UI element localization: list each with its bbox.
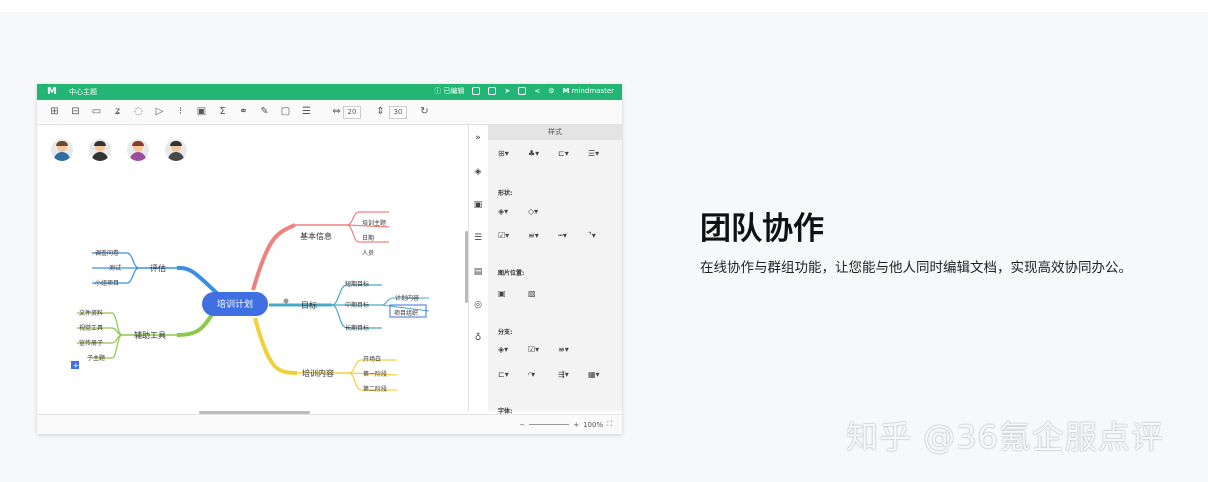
section-branch: 分支:: [498, 329, 513, 336]
status-bar: − + 100% ⛶: [37, 414, 622, 434]
fullscreen-icon[interactable]: ⛶: [607, 420, 612, 429]
subtopic[interactable]: 第一阶段: [363, 369, 387, 378]
section-image-position: 图片位置:: [498, 270, 525, 277]
branch-basic: [251, 223, 296, 291]
zoom-slider[interactable]: [529, 424, 570, 425]
subtopic[interactable]: 计划内容: [395, 293, 419, 302]
idea-icon[interactable]: ♁: [473, 333, 483, 343]
feature-heading: 团队协作: [700, 211, 824, 247]
subtopic[interactable]: 中期目标: [345, 300, 369, 309]
relationship-icon[interactable]: ʑ: [112, 106, 123, 117]
share-icon[interactable]: ⋖: [534, 87, 540, 95]
add-topic-icon[interactable]: ⊞: [49, 106, 60, 117]
subtopic[interactable]: 长期目标: [345, 323, 369, 332]
formula-icon[interactable]: Σ: [217, 106, 228, 117]
panel-title: 样式: [488, 125, 622, 140]
branch-row[interactable]: ◈▾ ☑▾ ≡▾: [498, 345, 576, 354]
toolbar: ⊞ ⊟ ▭ ʑ ◌ ▷ ⁝ ▣ Σ ⚭ ✎ ▢ ☰ ⇔ 20 ⇕ 30 ↻: [37, 100, 622, 125]
subtopic[interactable]: 项目组织: [394, 308, 418, 317]
subtopic[interactable]: 人员: [362, 248, 374, 257]
outline-panel-icon[interactable]: ☰: [473, 233, 483, 243]
send-icon[interactable]: ➤: [504, 87, 510, 95]
zoom-control[interactable]: − + 100% ⛶: [519, 420, 612, 429]
subtopic[interactable]: 日期: [362, 233, 374, 242]
branch-tools: [176, 311, 215, 337]
add-subtopic-icon[interactable]: ⊟: [70, 106, 81, 117]
outline-icon[interactable]: ☰: [301, 106, 312, 117]
save-as-icon[interactable]: [488, 87, 497, 95]
slide-icon[interactable]: ▤: [473, 267, 483, 277]
central-topic-label: 培训计划: [216, 300, 253, 310]
comment-box-icon[interactable]: ▢: [280, 106, 291, 117]
help-button[interactable]: ⓘ 已编辑: [434, 86, 464, 96]
zoom-in-icon[interactable]: +: [573, 421, 579, 429]
feature-description: 在线协作与群组功能，让您能与他人同时编辑文档，实现高效协同办公。: [700, 260, 1132, 276]
subtopic[interactable]: 调查问卷: [95, 248, 119, 257]
branch-style-row[interactable]: ⊏▾ ◜▾ ⇶▾ ▦▾: [498, 370, 606, 379]
topic-content[interactable]: 培训内容: [302, 368, 334, 379]
layout-row[interactable]: ⊞▾ ♣▾ ⊏▾ ☰▾: [498, 149, 606, 158]
branch-eval: [176, 265, 221, 297]
subtopic[interactable]: 子主题: [87, 353, 105, 362]
mindmap: +: [71, 211, 430, 391]
zoom-level[interactable]: 100%: [583, 421, 603, 429]
subtopic[interactable]: 宣传册子: [79, 338, 103, 347]
subtopic[interactable]: 小组项目: [95, 278, 119, 287]
save-icon[interactable]: [472, 87, 481, 95]
comment-icon[interactable]: ◌: [133, 106, 144, 117]
settings-icon[interactable]: ⚙: [548, 87, 554, 95]
topic-goal[interactable]: 目标: [301, 300, 317, 311]
format-panel: 样式 ⊞▾ ♣▾ ⊏▾ ☰▾ 形状: ◈▾ ◇▾ ☑▾ ≡▾ ┅▾ ⌝▾ 图片位置: ▣ ▨ 分…: [488, 125, 622, 415]
section-shape: 形状:: [498, 190, 513, 197]
subtopic[interactable]: 开场白: [363, 354, 381, 363]
topic-tools[interactable]: 辅助工具: [134, 330, 166, 341]
subtopic[interactable]: 文件资料: [79, 308, 103, 317]
boundary-icon[interactable]: ⁝: [175, 106, 186, 117]
refresh-icon[interactable]: ↻: [419, 106, 430, 117]
fill-row[interactable]: ◈▾ ◇▾: [498, 207, 546, 216]
subtopic[interactable]: 短期目标: [345, 279, 369, 288]
floating-topic-icon[interactable]: ▭: [91, 106, 102, 117]
branch-content: [253, 317, 298, 375]
brand-label: M mindmaster: [562, 87, 614, 95]
note-icon[interactable]: ✎: [259, 106, 270, 117]
subtopic[interactable]: 测试: [109, 263, 121, 272]
theme-icon[interactable]: ◎: [473, 300, 483, 310]
spacing-icon: ⇔: [332, 106, 341, 117]
mindmap-canvas[interactable]: + 培训计划 基本信息 培训主题 日期 人员 评估 调查问卷 测试 小组项目 辅…: [37, 125, 466, 411]
image-panel-icon[interactable]: ▣: [473, 200, 483, 210]
document-title: 中心主题: [69, 88, 97, 96]
svg-text:+: +: [73, 361, 80, 370]
topic-basic[interactable]: 基本信息: [300, 231, 332, 242]
subtopic[interactable]: 第二阶段: [363, 384, 387, 393]
link-icon[interactable]: ⚭: [238, 106, 249, 117]
export-icon[interactable]: [518, 87, 527, 95]
top-band: [0, 0, 1208, 12]
image-icon[interactable]: ▣: [196, 106, 207, 117]
subtopic[interactable]: 视觉工具: [79, 323, 103, 332]
image-position-row[interactable]: ▣ ▨: [498, 289, 546, 298]
zoom-out-icon[interactable]: −: [519, 421, 525, 429]
spacing-v-icon: ⇕: [376, 106, 385, 117]
app-logo: M: [47, 86, 57, 97]
watermark: 知乎 @36氪企服点评: [846, 418, 1164, 456]
help-label: 已编辑: [443, 87, 465, 95]
collapse-icon[interactable]: »: [473, 133, 483, 143]
title-bar: M 中心主题 ⓘ 已编辑 ➤ ⋖ ⚙ M mindmaster: [37, 84, 622, 100]
style-icon[interactable]: ◈: [473, 167, 483, 177]
spacing-v-input[interactable]: 30: [389, 106, 407, 119]
subtopic[interactable]: 培训主题: [362, 218, 386, 227]
app-screenshot: M 中心主题 ⓘ 已编辑 ➤ ⋖ ⚙ M mindmaster ⊞ ⊟ ▭ ʑ …: [37, 84, 622, 434]
callout-icon[interactable]: ▷: [154, 106, 165, 117]
border-row[interactable]: ☑▾ ≡▾ ┅▾ ⌝▾: [498, 231, 606, 240]
spacing-h-input[interactable]: 20: [343, 106, 361, 119]
topic-eval[interactable]: 评估: [150, 263, 166, 274]
right-sidebar: » ◈ ▣ ☰ ▤ ◎ ♁: [468, 125, 489, 411]
